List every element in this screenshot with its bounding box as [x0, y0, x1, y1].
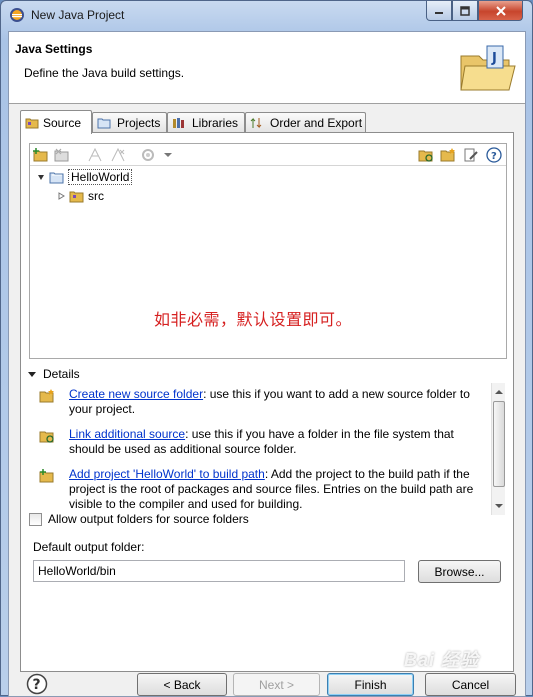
tree-src-label: src — [88, 189, 104, 203]
tab-source-label: Source — [43, 115, 82, 130]
java-project-icon — [49, 172, 64, 184]
detail-add-project: Add project 'HelloWorld' to build path: … — [39, 467, 479, 512]
new-source-folder-icon[interactable] — [440, 147, 456, 163]
svg-text:J: J — [491, 51, 497, 66]
source-folder-icon — [25, 118, 39, 128]
annotation-note: 如非必需，默认设置即可。 — [154, 310, 353, 329]
baidu-watermark: Bai 经验 — [404, 650, 480, 670]
order-export-icon — [250, 117, 262, 128]
link-source-icon — [39, 431, 54, 443]
tab-libraries[interactable]: Libraries — [167, 112, 245, 132]
allow-output-folders-checkbox[interactable] — [29, 512, 42, 526]
dialog-client-area: Java Settings Define the Java build sett… — [8, 31, 526, 697]
tab-libraries-label: Libraries — [192, 115, 239, 130]
detail-link-source: Link additional source: use this if you … — [39, 427, 479, 457]
scroll-down-icon[interactable] — [493, 501, 505, 511]
details-expanded-icon — [28, 372, 36, 377]
link-additional-source-link[interactable]: Link additional source — [69, 427, 185, 441]
dialog-window: New Java Project Java Settings Define th… — [0, 0, 533, 697]
window-title: New Java Project — [31, 8, 125, 22]
package-folder-icon — [69, 191, 84, 203]
scrollbar-thumb[interactable] — [493, 401, 505, 487]
svg-text:?: ? — [491, 151, 497, 162]
tree-project-label: HelloWorld — [68, 169, 133, 185]
add-source-folder-icon[interactable] — [33, 147, 49, 163]
new-source-folder-icon — [39, 389, 54, 403]
cancel-button[interactable]: Cancel — [425, 673, 516, 696]
allow-output-folders-row[interactable]: Allow output folders for source folders — [29, 512, 249, 526]
create-source-folder-link[interactable]: Create new source folder — [69, 387, 203, 401]
source-folders-frame: ? HelloWorld src 如非必需，默认设置即可。 — [29, 143, 507, 359]
scroll-up-icon[interactable] — [493, 387, 505, 397]
expanded-arrow-icon[interactable] — [36, 172, 46, 182]
add-to-build-path-icon — [39, 469, 54, 483]
close-icon — [495, 5, 506, 16]
help-icon[interactable]: ? — [26, 673, 48, 695]
dropdown-arrow-icon[interactable] — [160, 147, 176, 163]
svg-text:?: ? — [33, 677, 41, 693]
minimize-icon — [435, 11, 443, 14]
next-button[interactable]: Next > — [233, 673, 320, 696]
details-heading: Details — [43, 367, 80, 381]
minimize-button[interactable] — [426, 1, 452, 21]
collapsed-arrow-icon[interactable] — [56, 191, 66, 201]
source-toolbar: ? — [30, 144, 506, 166]
link-source-icon[interactable] — [418, 147, 434, 163]
configure-inclusion-icon[interactable] — [87, 147, 103, 163]
tab-source[interactable]: Source — [20, 110, 92, 134]
back-button[interactable]: < Back — [137, 673, 227, 696]
page-title: Java Settings — [15, 42, 93, 56]
tree-item-src[interactable]: src — [56, 187, 104, 205]
maximize-button[interactable] — [452, 1, 478, 21]
projects-icon — [97, 118, 111, 128]
close-window-button[interactable] — [478, 1, 523, 21]
details-scrollbar[interactable] — [491, 383, 505, 515]
source-tree: HelloWorld src 如非必需，默认设置即可。 — [30, 168, 506, 358]
allow-output-folders-label: Allow output folders for source folders — [48, 512, 249, 526]
page-description: Define the Java build settings. — [24, 66, 185, 80]
tab-order-export[interactable]: Order and Export — [245, 112, 366, 132]
tab-projects[interactable]: Projects — [92, 112, 167, 132]
finish-button[interactable]: Finish — [327, 673, 414, 696]
eclipse-icon — [10, 8, 24, 22]
browse-button[interactable]: Browse... — [418, 560, 501, 583]
edit-source-icon[interactable] — [463, 147, 479, 163]
configure-build-path-icon[interactable] — [141, 147, 157, 163]
wizard-header: Java Settings Define the Java build sett… — [9, 32, 525, 104]
detail-create-source: Create new source folder: use this if yo… — [39, 387, 479, 417]
tree-item-helloworld[interactable]: HelloWorld — [36, 168, 133, 186]
default-output-folder-input[interactable] — [33, 560, 405, 582]
tab-order-export-label: Order and Export — [270, 115, 363, 130]
source-tab-panel: ? HelloWorld src 如非必需，默认设置即可。 Details Cr… — [20, 132, 514, 672]
java-project-wizard-banner-icon: J — [460, 45, 516, 91]
remove-source-folder-icon[interactable] — [54, 147, 70, 163]
details-toggle[interactable]: Details — [27, 367, 80, 381]
libraries-icon — [173, 117, 184, 128]
tab-projects-label: Projects — [117, 115, 161, 130]
default-output-label: Default output folder: — [33, 540, 145, 554]
add-project-build-path-link[interactable]: Add project 'HelloWorld' to build path — [69, 467, 265, 481]
maximize-icon — [460, 5, 470, 16]
help-icon[interactable]: ? — [486, 147, 502, 163]
title-bar[interactable]: New Java Project — [1, 1, 532, 29]
configure-exclusion-icon[interactable] — [110, 147, 126, 163]
